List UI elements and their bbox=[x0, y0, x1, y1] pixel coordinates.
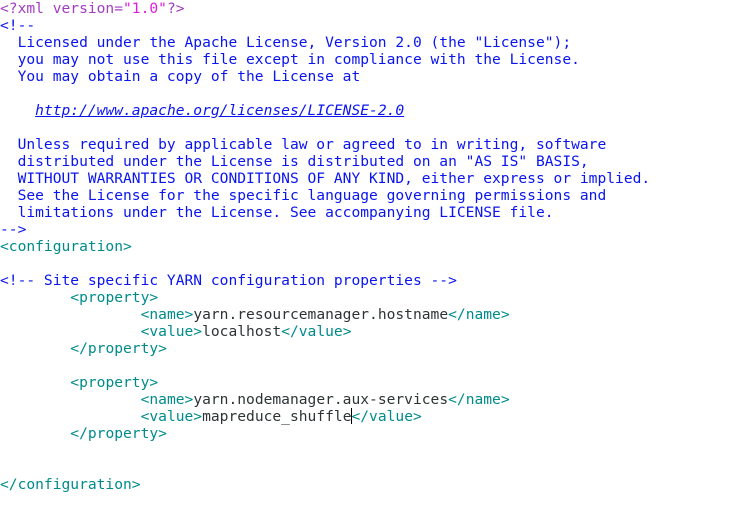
code-line[interactable]: --> bbox=[0, 221, 756, 238]
code-line[interactable]: <name>yarn.nodemanager.aux-services</nam… bbox=[0, 391, 756, 408]
code-line[interactable]: <!-- bbox=[0, 17, 756, 34]
code-line[interactable]: You may obtain a copy of the License at bbox=[0, 68, 756, 85]
license-link[interactable]: http://www.apache.org/licenses/LICENSE-2… bbox=[35, 102, 404, 119]
xml-tag: </name> bbox=[448, 391, 510, 408]
element-text: yarn.resourcemanager.hostname bbox=[193, 306, 449, 323]
code-line[interactable]: </configuration> bbox=[0, 476, 756, 493]
comment-text: Licensed under the Apache License, Versi… bbox=[0, 34, 572, 51]
xml-tag: </value> bbox=[281, 323, 352, 340]
code-line[interactable] bbox=[0, 255, 756, 272]
xml-tag: </name> bbox=[448, 306, 510, 323]
xml-tag: </value> bbox=[351, 408, 422, 425]
xml-declaration: <?xml version= bbox=[0, 0, 124, 17]
comment-text: you may not use this file except in comp… bbox=[0, 51, 580, 68]
comment-text: You may obtain a copy of the License at bbox=[0, 68, 361, 85]
code-line[interactable] bbox=[0, 119, 756, 136]
code-line[interactable]: <configuration> bbox=[0, 238, 756, 255]
element-text bbox=[0, 391, 141, 408]
comment-text: --> bbox=[0, 221, 27, 238]
element-text bbox=[0, 323, 141, 340]
code-line[interactable] bbox=[0, 442, 756, 459]
comment-text: WITHOUT WARRANTIES OR CONDITIONS OF ANY … bbox=[0, 170, 651, 187]
xml-tag: <property> bbox=[70, 374, 159, 391]
xml-text-editor[interactable]: <?xml version="1.0"?> <!-- Licensed under… bbox=[0, 0, 756, 513]
code-line[interactable]: <?xml version="1.0"?> bbox=[0, 0, 756, 17]
element-text bbox=[0, 306, 141, 323]
element-text bbox=[0, 425, 70, 442]
code-line[interactable]: <name>yarn.resourcemanager.hostname</nam… bbox=[0, 306, 756, 323]
comment-text: <!-- Site specific YARN configuration pr… bbox=[0, 272, 457, 289]
code-line[interactable]: distributed under the License is distrib… bbox=[0, 153, 756, 170]
element-text bbox=[0, 408, 141, 425]
xml-tag: </property> bbox=[70, 425, 167, 442]
code-line[interactable] bbox=[0, 459, 756, 476]
code-line[interactable]: <value>mapreduce_shuffle</value> bbox=[0, 408, 756, 425]
code-line[interactable]: <property> bbox=[0, 289, 756, 306]
xml-tag: <property> bbox=[70, 289, 159, 306]
code-line[interactable]: you may not use this file except in comp… bbox=[0, 51, 756, 68]
xml-tag: <name> bbox=[140, 391, 194, 408]
xml-tag: </configuration> bbox=[0, 476, 141, 493]
xml-tag: <value> bbox=[140, 408, 203, 425]
element-text bbox=[0, 289, 70, 306]
comment-text: distributed under the License is distrib… bbox=[0, 153, 589, 170]
comment-text: See the License for the specific languag… bbox=[0, 187, 607, 204]
code-line[interactable] bbox=[0, 357, 756, 374]
xml-declaration: ?> bbox=[166, 0, 185, 17]
code-line[interactable]: </property> bbox=[0, 340, 756, 357]
comment-text: Unless required by applicable law or agr… bbox=[0, 136, 607, 153]
comment-text bbox=[0, 102, 35, 119]
attribute-value: "1.0" bbox=[123, 0, 167, 17]
code-line[interactable]: WITHOUT WARRANTIES OR CONDITIONS OF ANY … bbox=[0, 170, 756, 187]
code-line[interactable]: <property> bbox=[0, 374, 756, 391]
element-text: yarn.nodemanager.aux-services bbox=[193, 391, 449, 408]
xml-tag: <name> bbox=[140, 306, 194, 323]
element-text bbox=[0, 374, 70, 391]
code-line[interactable]: http://www.apache.org/licenses/LICENSE-2… bbox=[0, 102, 756, 119]
comment-text: <!-- bbox=[0, 17, 36, 34]
code-line[interactable]: See the License for the specific languag… bbox=[0, 187, 756, 204]
code-line[interactable] bbox=[0, 85, 756, 102]
xml-tag: <value> bbox=[140, 323, 203, 340]
element-text: localhost bbox=[202, 323, 282, 340]
element-text bbox=[0, 340, 70, 357]
code-line[interactable]: Unless required by applicable law or agr… bbox=[0, 136, 756, 153]
xml-tag: </property> bbox=[70, 340, 167, 357]
code-line[interactable]: </property> bbox=[0, 425, 756, 442]
element-text: mapreduce_shuffle bbox=[202, 408, 352, 425]
code-line[interactable]: <value>localhost</value> bbox=[0, 323, 756, 340]
code-line[interactable]: limitations under the License. See accom… bbox=[0, 204, 756, 221]
code-line[interactable]: <!-- Site specific YARN configuration pr… bbox=[0, 272, 756, 289]
xml-tag: <configuration> bbox=[0, 238, 132, 255]
code-line[interactable]: Licensed under the Apache License, Versi… bbox=[0, 34, 756, 51]
comment-text: limitations under the License. See accom… bbox=[0, 204, 554, 221]
